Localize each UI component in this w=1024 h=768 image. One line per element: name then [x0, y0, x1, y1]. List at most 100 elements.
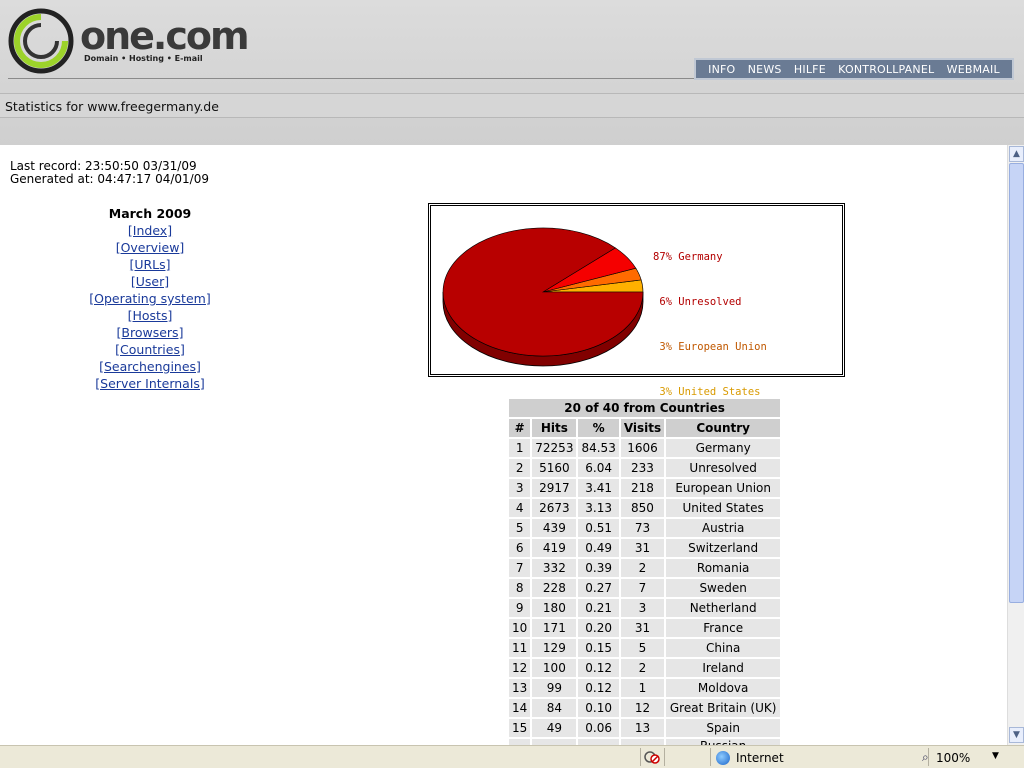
cell-rank: 1 — [509, 439, 531, 457]
cell-rank: 9 — [509, 599, 531, 617]
cell-percent: 0.51 — [578, 519, 619, 537]
col-rank: # — [509, 419, 531, 437]
zoom-icon: ⌕ — [922, 750, 929, 764]
cell-visits: 850 — [620, 499, 665, 517]
cell-rank: 14 — [509, 699, 531, 717]
cell-rank: 6 — [509, 539, 531, 557]
one-com-logo[interactable]: one.com Domain • Hosting • E-mail — [8, 8, 250, 74]
nav-info[interactable]: INFO — [708, 63, 735, 76]
table-row: 8 228 0.27 7 Sweden — [509, 579, 781, 597]
cell-hits: 72253 — [532, 439, 577, 457]
cell-country: European Union — [666, 479, 781, 497]
cell-visits: 2 — [620, 559, 665, 577]
cell-visits: 233 — [620, 459, 665, 477]
cell-percent: 6.04 — [578, 459, 619, 477]
nav-webmail[interactable]: WEBMAIL — [947, 63, 1000, 76]
cell-rank: 4 — [509, 499, 531, 517]
cell-hits: 84 — [532, 699, 577, 717]
link-server-internals[interactable]: [Server Internals] — [85, 375, 215, 392]
cell-country: Switzerland — [666, 539, 781, 557]
cell-country: United States — [666, 499, 781, 517]
table-row: 15 49 0.06 13 Spain — [509, 719, 781, 737]
zoom-level[interactable]: 100% — [936, 751, 970, 765]
cell-percent: 84.53 — [578, 439, 619, 457]
cell-percent: 3.41 — [578, 479, 619, 497]
cell-visits: 13 — [620, 719, 665, 737]
legend-unresolved: 6% Unresolved — [653, 296, 742, 308]
scroll-up-button[interactable]: ▲ — [1009, 146, 1024, 162]
cell-hits: 129 — [532, 639, 577, 657]
cell-rank: 13 — [509, 679, 531, 697]
cell-visits: 31 — [620, 619, 665, 637]
cell-country: Ireland — [666, 659, 781, 677]
vertical-scrollbar[interactable]: ▲ ▼ — [1007, 145, 1024, 745]
table-row: 3 2917 3.41 218 European Union — [509, 479, 781, 497]
cell-rank: 11 — [509, 639, 531, 657]
nav-news[interactable]: NEWS — [748, 63, 782, 76]
link-user[interactable]: [User] — [85, 273, 215, 290]
table-row: 10 171 0.20 31 France — [509, 619, 781, 637]
cell-country: Unresolved — [666, 459, 781, 477]
nav-hilfe[interactable]: HILFE — [794, 63, 826, 76]
table-row: 1 72253 84.53 1606 Germany — [509, 439, 781, 457]
link-countries[interactable]: [Countries] — [85, 341, 215, 358]
nav-kontrollpanel[interactable]: KONTROLLPANEL — [838, 63, 934, 76]
countries-table: 20 of 40 from Countries # Hits % Visits … — [507, 397, 782, 745]
header-divider — [8, 78, 694, 79]
cell-country: Sweden — [666, 579, 781, 597]
cell-rank: 2 — [509, 459, 531, 477]
month-title: March 2009 — [108, 206, 192, 221]
cell-hits: 2917 — [532, 479, 577, 497]
cell-country: Austria — [666, 519, 781, 537]
cell-rank: 10 — [509, 619, 531, 637]
link-overview[interactable]: [Overview] — [85, 239, 215, 256]
scroll-thumb[interactable] — [1009, 163, 1024, 603]
cell-percent: 0.10 — [578, 699, 619, 717]
cell-hits: 99 — [532, 679, 577, 697]
cell-hits: 228 — [532, 579, 577, 597]
chevron-down-icon[interactable]: ▼ — [992, 751, 999, 761]
cell-hits: 5160 — [532, 459, 577, 477]
cell-visits: 73 — [620, 519, 665, 537]
cell-visits: 1606 — [620, 439, 665, 457]
link-hosts[interactable]: [Hosts] — [85, 307, 215, 324]
col-percent: % — [578, 419, 619, 437]
internet-zone-icon — [716, 751, 730, 765]
cell-visits: 31 — [620, 539, 665, 557]
cell-visits: 2 — [620, 659, 665, 677]
scroll-down-button[interactable]: ▼ — [1009, 727, 1024, 743]
link-index[interactable]: [Index] — [85, 222, 215, 239]
table-caption: 20 of 40 from Countries — [509, 399, 781, 417]
browser-statusbar: Internet ⌕ 100% ▼ — [0, 745, 1024, 768]
col-hits: Hits — [532, 419, 577, 437]
record-meta: Last record: 23:50:50 03/31/09 Generated… — [10, 160, 209, 186]
table-row: 4 2673 3.13 850 United States — [509, 499, 781, 517]
main-content: Last record: 23:50:50 03/31/09 Generated… — [0, 145, 1007, 745]
cell-rank: 12 — [509, 659, 531, 677]
cell-country: Germany — [666, 439, 781, 457]
cell-country: China — [666, 639, 781, 657]
generated-at: Generated at: 04:47:17 04/01/09 — [10, 172, 209, 186]
cell-visits: 7 — [620, 579, 665, 597]
cell-hits: 419 — [532, 539, 577, 557]
cell-hits: 2673 — [532, 499, 577, 517]
cell-country: Spain — [666, 719, 781, 737]
table-row: 7 332 0.39 2 Romania — [509, 559, 781, 577]
col-visits: Visits — [620, 419, 665, 437]
cell-hits: 332 — [532, 559, 577, 577]
cell-country: Romania — [666, 559, 781, 577]
table-row: 2 5160 6.04 233 Unresolved — [509, 459, 781, 477]
cell-hits: 171 — [532, 619, 577, 637]
link-urls[interactable]: [URLs] — [85, 256, 215, 273]
link-browsers[interactable]: [Browsers] — [85, 324, 215, 341]
cell-country: France — [666, 619, 781, 637]
link-operating-system[interactable]: [Operating system] — [85, 290, 215, 307]
cell-country: Netherland — [666, 599, 781, 617]
link-searchengines[interactable]: [Searchengines] — [85, 358, 215, 375]
cell-percent: 0.12 — [578, 679, 619, 697]
pie-svg — [442, 227, 644, 367]
privacy-icon[interactable] — [644, 750, 660, 765]
subtitle-band: Statistics for www.freegermany.de — [0, 93, 1024, 118]
cell-rank: 8 — [509, 579, 531, 597]
cell-percent: 3.13 — [578, 499, 619, 517]
